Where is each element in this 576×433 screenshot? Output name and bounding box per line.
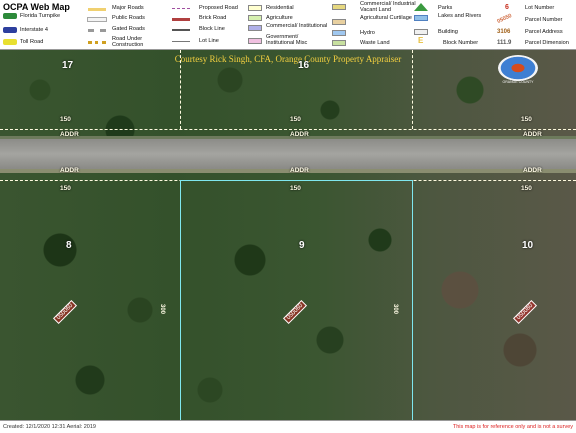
brick-road-symbol <box>172 18 190 21</box>
proposed-road-symbol <box>172 8 190 9</box>
legend-label: Lot Line <box>199 38 219 44</box>
created-date: Created: 12/1/2020 12:31 Aerial: 2019 <box>3 424 96 430</box>
legend-label: Lakes and Rivers <box>438 13 482 19</box>
legend-label: Parcel Dimension <box>525 40 569 46</box>
lot-line <box>412 50 413 129</box>
government-swatch <box>248 38 262 44</box>
disclaimer: This map is for reference only and is no… <box>452 424 573 430</box>
parcel-address: ADDR <box>523 167 542 174</box>
legend-label: Parcel Number <box>525 17 563 23</box>
parcel-address: ADDR <box>523 131 542 138</box>
parcel-dimension: 150 <box>60 116 71 123</box>
road <box>0 139 576 169</box>
legend-label: Building <box>438 29 458 35</box>
parcel-dimension: 150 <box>521 116 532 123</box>
lot-number: 9 <box>299 240 305 251</box>
legend-label: Commercial/ Institutional <box>266 23 328 29</box>
lot-number: 8 <box>66 240 72 251</box>
map-credit: Courtesy Rick Singh, CFA, Orange County … <box>174 54 402 64</box>
selected-parcel[interactable] <box>180 180 413 420</box>
turnpike-icon <box>3 13 17 19</box>
gated-road-symbol <box>88 29 106 32</box>
legend-label: Parcel Address <box>525 29 563 35</box>
public-road-symbol <box>87 17 107 22</box>
agriculture-swatch <box>248 15 262 21</box>
legend-label: Parks <box>438 5 453 11</box>
parcel-id: 050060 <box>52 299 78 325</box>
county-seal-icon <box>498 55 538 81</box>
legend-label: Major Roads <box>112 5 144 11</box>
legend-label: Agricultural Curtilage <box>360 15 412 21</box>
legend-title: OCPA Web Map <box>3 2 70 12</box>
parcel-address: ADDR <box>290 167 309 174</box>
waste-land-swatch <box>332 40 346 46</box>
legend-label: Public Roads <box>112 15 145 21</box>
legend-label: Toll Road <box>20 39 44 45</box>
legend-label: Residential <box>266 5 294 11</box>
residential-swatch <box>248 5 262 11</box>
legend-label: Gated Roads <box>112 26 145 32</box>
road-shoulder <box>0 169 576 173</box>
hydro-swatch <box>332 30 346 36</box>
lot-number: 16 <box>298 60 310 71</box>
construction-road-symbol <box>88 41 106 44</box>
legend-label: Waste Land <box>360 40 390 46</box>
parcel-number-sample: 05050 <box>496 13 513 25</box>
aerial-map[interactable]: Courtesy Rick Singh, CFA, Orange County … <box>0 50 576 420</box>
curtilage-swatch <box>332 19 346 25</box>
parcel-dimension: 150 <box>290 185 301 192</box>
industrial-swatch <box>332 4 346 10</box>
legend-label: Agriculture <box>266 15 293 21</box>
lot-line <box>180 50 181 129</box>
seal-text: ORANGE COUNTY <box>502 80 534 84</box>
toll-road-icon <box>3 39 17 45</box>
parcel-dimension: 150 <box>521 185 532 192</box>
map-legend: OCPA Web Map Florida Turnpike Interstate… <box>0 0 576 50</box>
parcel-address: ADDR <box>60 167 79 174</box>
legend-label: Road Under Construction <box>112 36 144 48</box>
parcel-address: ADDR <box>290 131 309 138</box>
legend-label: Proposed Road <box>199 5 238 11</box>
parcel-id: 050080 <box>512 299 538 325</box>
legend-label: Block Line <box>199 26 225 32</box>
block-line-symbol <box>172 29 190 31</box>
parcel-dimension: 300 <box>392 303 399 315</box>
lot-number-sample: 6 <box>505 4 509 11</box>
parcel-dimension-sample: 111.9 <box>497 40 512 46</box>
major-road-symbol <box>88 8 106 11</box>
parcel-address-sample: 3106 <box>497 29 511 35</box>
map-footer: Created: 12/1/2020 12:31 Aerial: 2019 Th… <box>0 420 576 433</box>
commercial-swatch <box>248 25 262 31</box>
legend-label: Florida Turnpike <box>20 13 61 19</box>
parcel-dimension: 150 <box>60 185 71 192</box>
legend-label: Hydro <box>360 30 375 36</box>
legend-label: Government/ Institutional Misc <box>266 34 308 46</box>
legend-label: Brick Road <box>199 15 227 21</box>
parcel-dimension: 300 <box>159 303 166 315</box>
interstate-icon <box>3 27 17 33</box>
building-swatch <box>414 29 428 35</box>
lakes-swatch <box>414 15 428 21</box>
lot-line <box>0 129 576 130</box>
parcel-address: ADDR <box>60 131 79 138</box>
lot-line-symbol <box>172 41 190 42</box>
parcel-dimension: 150 <box>290 116 301 123</box>
legend-label: Block Number <box>443 40 479 46</box>
legend-label: Interstate 4 <box>20 27 48 33</box>
block-sample: E <box>418 36 424 45</box>
parks-icon <box>414 3 428 11</box>
legend-label: Lot Number <box>525 5 555 11</box>
lot-number: 17 <box>62 60 74 71</box>
lot-number: 10 <box>522 240 534 251</box>
